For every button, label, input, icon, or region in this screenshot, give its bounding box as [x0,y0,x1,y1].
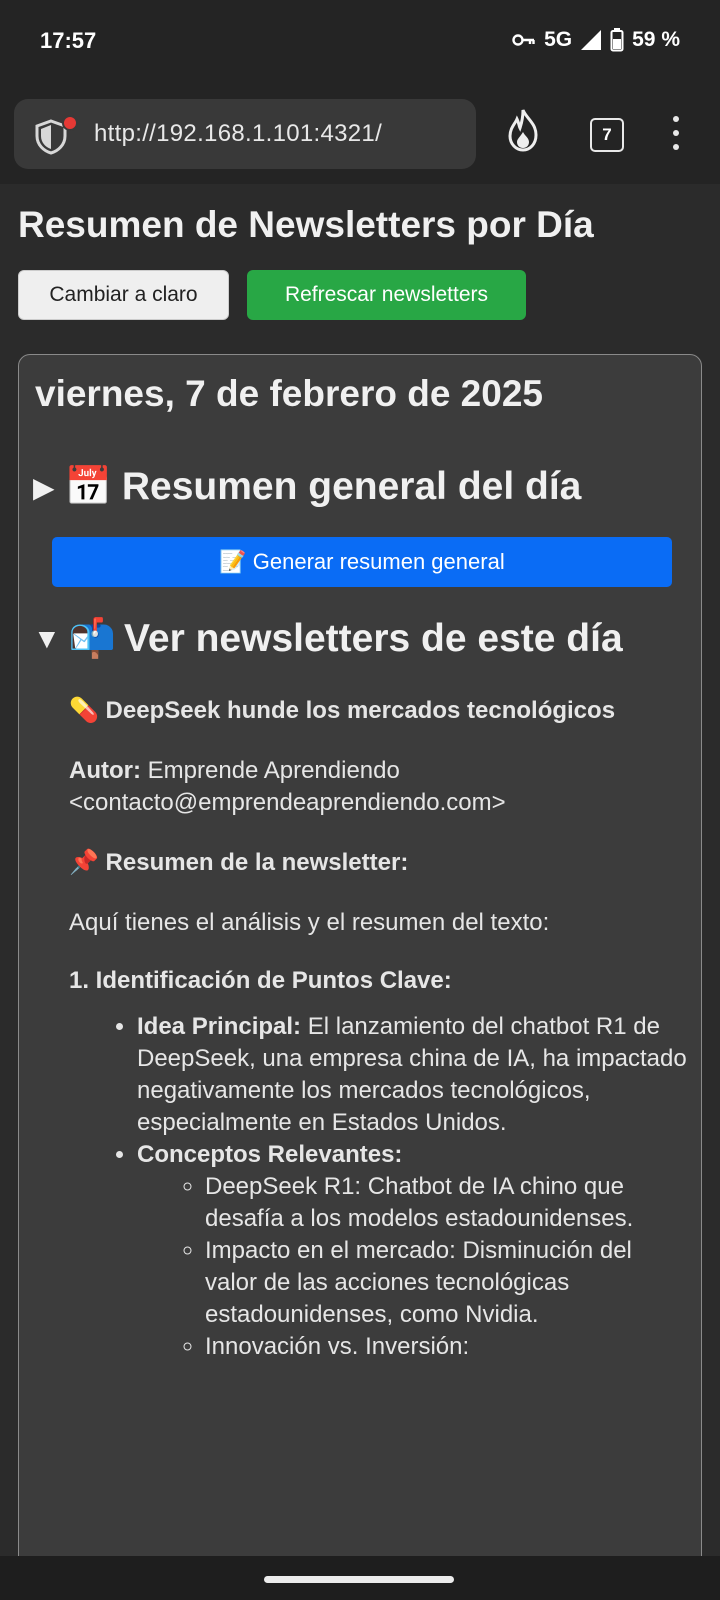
key-points-heading: 1. Identificación de Puntos Clave: [69,967,452,994]
list-item: DeepSeek R1: Chatbot de IA chino que des… [205,1171,689,1235]
theme-toggle-button[interactable]: Cambiar a claro [18,270,229,320]
page-content: Resumen de Newsletters por Día Cambiar a… [0,184,720,1556]
page-title: Resumen de Newsletters por Día [18,204,594,245]
more-menu-icon[interactable] [672,116,680,154]
newsletters-toggle[interactable]: ▼ 📬 Ver newsletters de este día [33,617,623,661]
fire-icon[interactable] [506,108,540,152]
day-date-heading: viernes, 7 de febrero de 2025 [35,373,543,414]
list-item: Innovación vs. Inversión: [205,1331,689,1363]
collapsed-arrow-icon: ▶ [33,471,55,503]
point-label: Conceptos Relevantes: [137,1141,403,1168]
day-summary-label: Resumen general del día [121,465,582,508]
address-bar[interactable]: http://192.168.1.101:4321/ [14,99,476,169]
expanded-arrow-icon: ▼ [33,623,61,654]
system-nav-bar [0,1556,720,1600]
status-indicators: 5G 59 % [512,28,680,52]
vpn-key-icon [512,34,535,46]
url-text[interactable]: http://192.168.1.101:4321/ [94,120,382,148]
battery-icon [610,28,624,52]
status-time: 17:57 [40,28,97,53]
newsletter-item: 💊 DeepSeek hunde los mercados tecnológic… [69,695,689,1363]
list-item: Conceptos Relevantes: DeepSeek R1: Chatb… [137,1139,689,1363]
notification-dot [62,115,78,131]
browser-toolbar: http://192.168.1.101:4321/ 7 [0,86,720,184]
newsletter-author: Autor: Emprende Aprendiendo <contacto@em… [69,755,689,819]
newsletter-summary-intro: Aquí tienes el análisis y el resumen del… [69,909,550,936]
home-gesture-handle[interactable] [264,1576,454,1583]
newsletter-title: 💊 DeepSeek hunde los mercados tecnológic… [69,697,616,724]
point-label: Idea Principal: [137,1013,302,1040]
network-type: 5G [544,28,573,51]
day-card: viernes, 7 de febrero de 2025 ▶ 📅 Resume… [18,354,702,1556]
generate-summary-button[interactable]: 📝 Generar resumen general [52,537,672,587]
mailbox-icon: 📬 [68,618,117,660]
battery-level: 59 % [632,28,680,51]
newsletters-label: Ver newsletters de este día [124,617,623,660]
status-bar: 17:57 5G 59 % [0,0,720,86]
newsletter-summary-heading: 📌 Resumen de la newsletter: [69,849,409,876]
list-item: Idea Principal: El lanzamiento del chatb… [137,1011,689,1139]
key-points-list: Idea Principal: El lanzamiento del chatb… [69,1011,689,1363]
refresh-newsletters-button[interactable]: Refrescar newsletters [247,270,526,320]
tab-switcher-button[interactable]: 7 [590,118,624,152]
signal-icon [581,30,602,50]
calendar-icon: 📅 [64,466,112,508]
author-label: Autor: [69,757,141,784]
list-item: Impacto en el mercado: Disminución del v… [205,1235,689,1331]
day-summary-toggle[interactable]: ▶ 📅 Resumen general del día [33,465,581,509]
sub-points-list: DeepSeek R1: Chatbot de IA chino que des… [137,1171,689,1363]
